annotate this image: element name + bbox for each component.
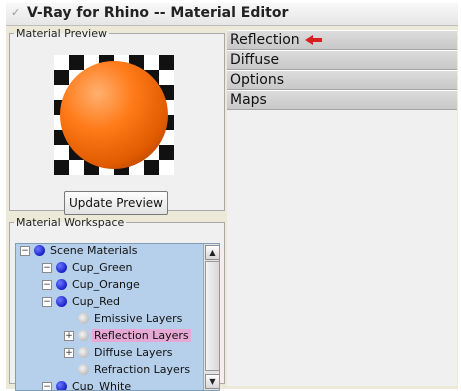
blue-sphere-icon bbox=[34, 245, 45, 256]
scroll-up-icon[interactable]: ▲ bbox=[205, 245, 219, 260]
rollout-options[interactable]: Options bbox=[227, 70, 457, 90]
blue-sphere-icon bbox=[56, 296, 67, 307]
tree-item-label: Cup_Red bbox=[72, 295, 121, 308]
vertical-scrollbar[interactable]: ▲ ▼ bbox=[203, 244, 219, 390]
collapse-icon[interactable]: − bbox=[42, 297, 52, 307]
tree-item-label: Diffuse Layers bbox=[94, 346, 173, 359]
scrollbar-thumb[interactable] bbox=[205, 261, 219, 371]
blue-sphere-icon bbox=[56, 262, 67, 273]
rollout-diffuse[interactable]: Diffuse bbox=[227, 50, 457, 70]
tree-item-label: Cup_Orange bbox=[72, 278, 140, 291]
material-workspace-group: Material Workspace − Scene Materials − C… bbox=[9, 216, 225, 391]
scroll-down-icon[interactable]: ▼ bbox=[205, 374, 219, 389]
material-tree[interactable]: − Scene Materials − Cup_Green − Cup_Oran… bbox=[15, 243, 220, 391]
rollout-label: Maps bbox=[230, 92, 267, 108]
material-preview-label: Material Preview bbox=[16, 27, 108, 40]
tree-item-label: Scene Materials bbox=[50, 244, 138, 257]
tree-item-label: Cup_White bbox=[72, 380, 132, 391]
layer-icon bbox=[78, 364, 89, 375]
rollout-maps[interactable]: Maps bbox=[227, 90, 457, 110]
rollout-label: Options bbox=[230, 72, 285, 88]
preview-sphere bbox=[60, 61, 168, 169]
left-panel: Material Preview Update Preview Material… bbox=[9, 27, 227, 391]
tree-item-label: Cup_Green bbox=[72, 261, 133, 274]
material-workspace-label: Material Workspace bbox=[16, 216, 125, 229]
collapse-icon[interactable]: − bbox=[42, 382, 52, 390]
material-preview-image bbox=[54, 55, 174, 175]
vray-icon: ✓ bbox=[11, 6, 21, 19]
blue-sphere-icon bbox=[56, 279, 67, 290]
collapse-icon[interactable]: − bbox=[42, 263, 52, 273]
rollout-panel: Reflection Diffuse Options Maps bbox=[227, 30, 457, 386]
layer-icon bbox=[78, 330, 89, 341]
update-preview-button[interactable]: Update Preview bbox=[64, 191, 168, 215]
title-bar[interactable]: ✓ V-Ray for Rhino -- Material Editor bbox=[6, 3, 458, 26]
collapse-icon[interactable]: − bbox=[42, 280, 52, 290]
material-editor-window: ✓ V-Ray for Rhino -- Material Editor Mat… bbox=[6, 3, 458, 391]
collapse-icon[interactable]: − bbox=[20, 246, 30, 256]
rollout-label: Reflection bbox=[230, 32, 300, 48]
red-arrow-tail bbox=[312, 38, 322, 42]
material-preview-group: Material Preview Update Preview bbox=[9, 27, 225, 215]
layer-icon bbox=[78, 347, 89, 358]
tree-item-label: Refraction Layers bbox=[94, 363, 191, 376]
window-title: V-Ray for Rhino -- Material Editor bbox=[27, 5, 289, 21]
tree-item-label: Emissive Layers bbox=[94, 312, 183, 325]
expand-icon[interactable]: + bbox=[64, 331, 74, 341]
tree-item-label-selected: Reflection Layers bbox=[92, 329, 191, 342]
rollout-reflection[interactable]: Reflection bbox=[227, 30, 457, 50]
expand-icon[interactable]: + bbox=[64, 348, 74, 358]
rollout-label: Diffuse bbox=[230, 52, 280, 68]
layer-icon bbox=[78, 313, 89, 324]
blue-sphere-icon bbox=[56, 381, 67, 390]
